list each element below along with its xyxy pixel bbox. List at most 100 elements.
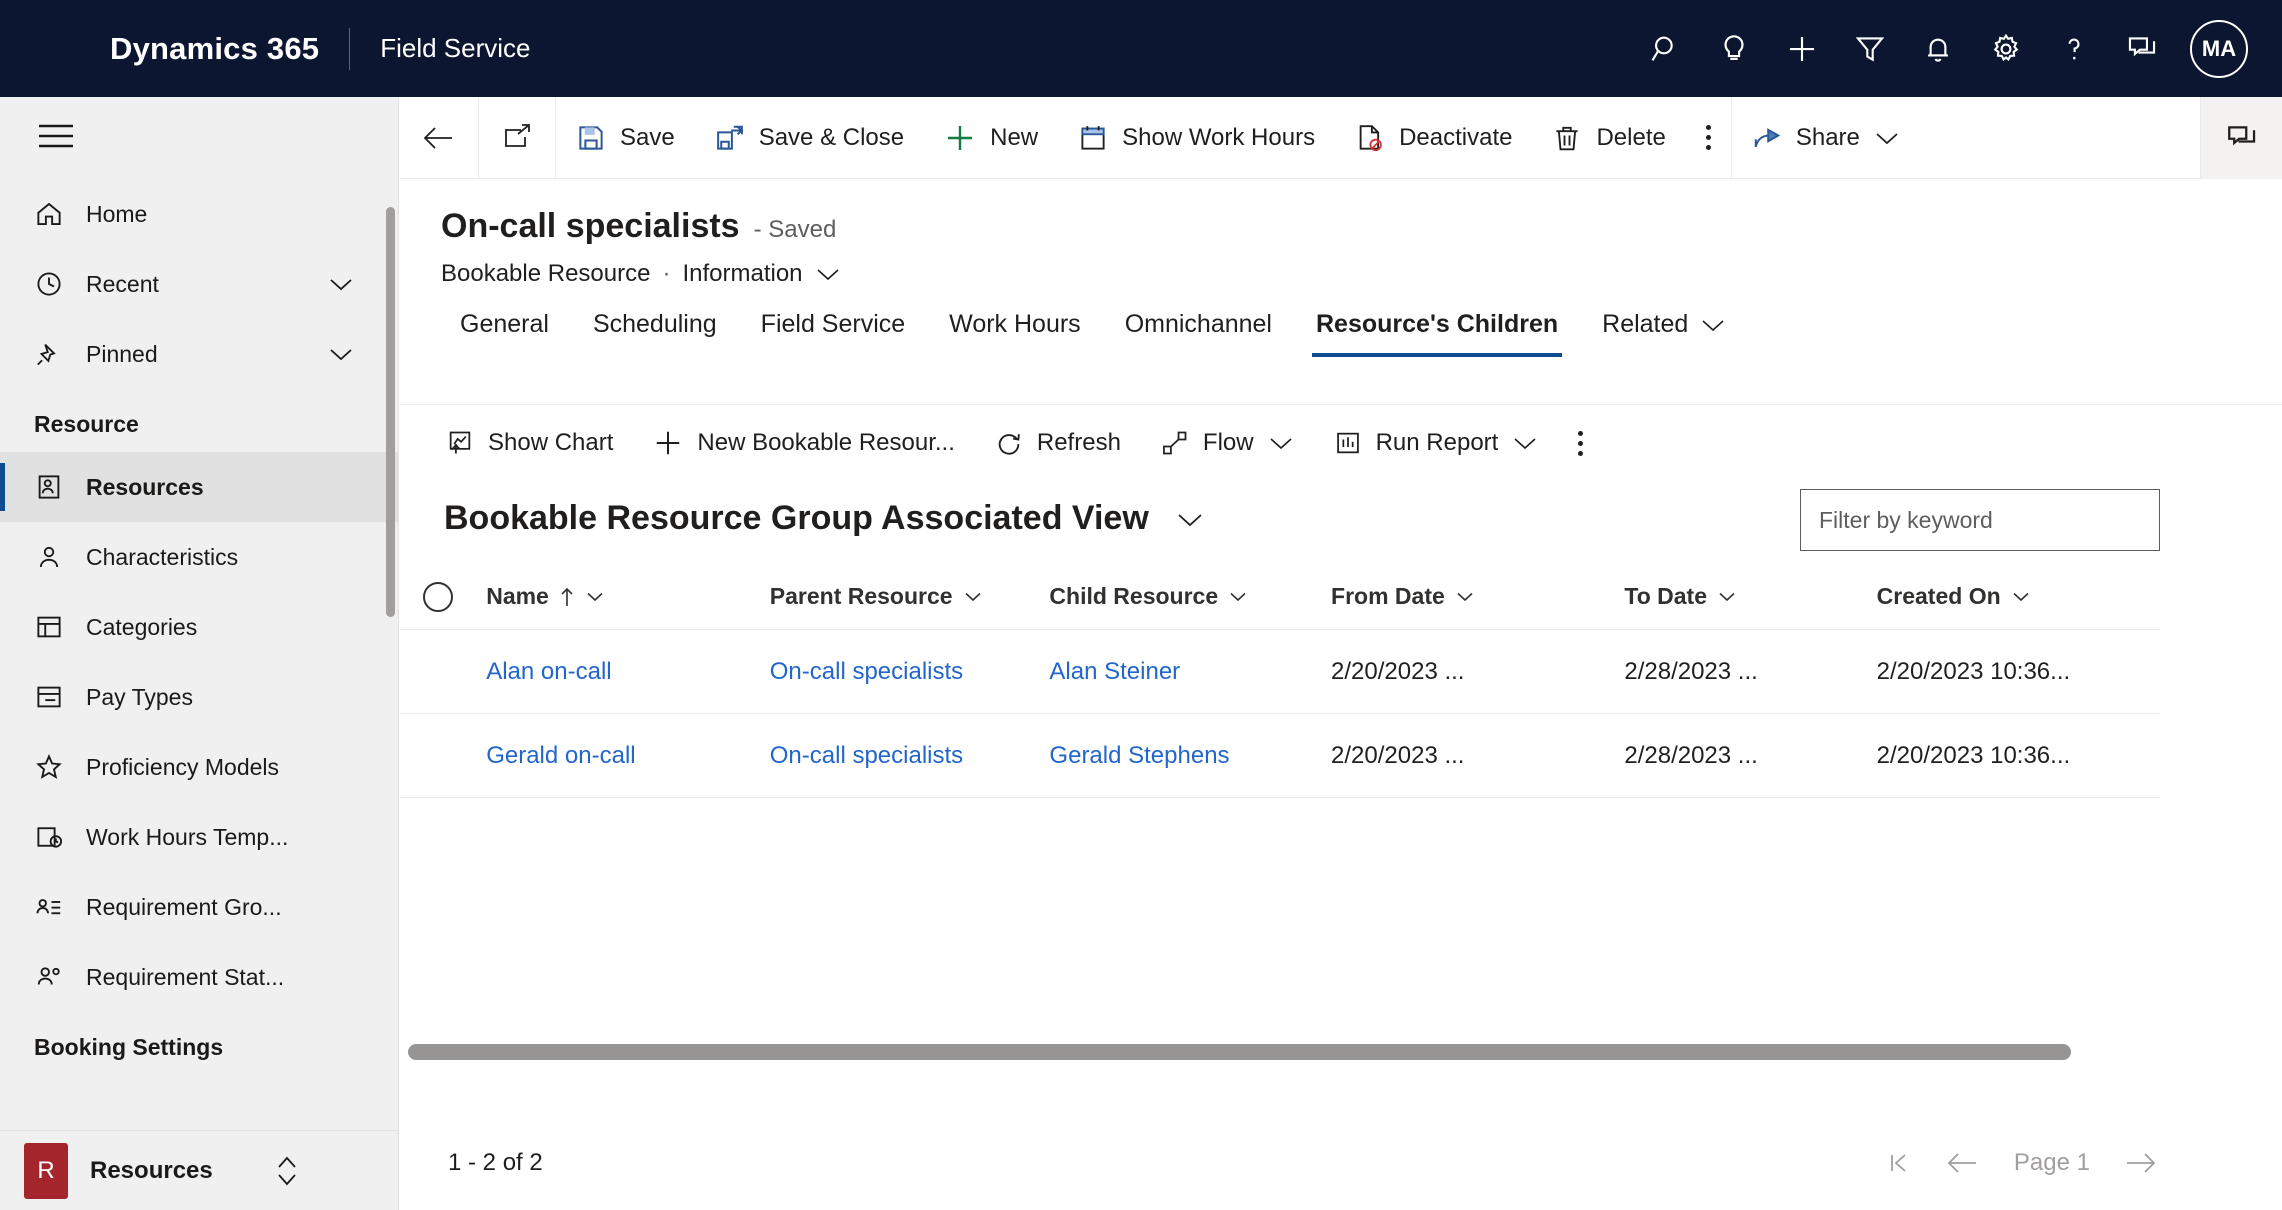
sidebar-item-requirement-groups[interactable]: Requirement Gro...: [0, 872, 398, 942]
area-switcher[interactable]: R Resources: [0, 1130, 398, 1210]
sidebar-item-categories[interactable]: Categories: [0, 592, 398, 662]
search-icon[interactable]: [1632, 15, 1700, 83]
sidebar-item-pay-types[interactable]: Pay Types: [0, 662, 398, 732]
show-work-hours-button[interactable]: Show Work Hours: [1058, 97, 1335, 179]
sidebar-item-label: Pinned: [86, 340, 158, 367]
deactivate-button[interactable]: Deactivate: [1335, 97, 1532, 179]
column-header-created-on[interactable]: Created On: [1867, 583, 2160, 610]
more-icon: [1705, 125, 1711, 150]
sidebar-item-recent[interactable]: Recent: [0, 249, 398, 319]
chevron-down-icon[interactable]: [1717, 590, 1737, 603]
share-button[interactable]: Share: [1732, 97, 1920, 179]
previous-page-icon[interactable]: [1946, 1150, 1980, 1176]
sidebar-item-proficiency-models[interactable]: Proficiency Models: [0, 732, 398, 802]
cell-child-resource[interactable]: Alan Steiner: [1039, 658, 1321, 686]
run-report-button[interactable]: Run Report: [1314, 405, 1559, 481]
column-header-parent-resource[interactable]: Parent Resource: [760, 583, 1040, 610]
chevron-down-icon[interactable]: [1512, 435, 1538, 451]
plus-icon: [653, 428, 683, 458]
plus-icon[interactable]: [1768, 15, 1836, 83]
flow-button[interactable]: Flow: [1141, 405, 1314, 481]
sidebar-scrollbar[interactable]: [386, 207, 395, 617]
chevron-down-icon[interactable]: [328, 346, 354, 362]
chevron-down-icon[interactable]: [963, 590, 983, 603]
sidebar-item-requirement-status[interactable]: Requirement Stat...: [0, 942, 398, 1012]
first-page-icon[interactable]: [1886, 1150, 1912, 1176]
sidebar-item-work-hours-templates[interactable]: Work Hours Temp...: [0, 802, 398, 872]
area-badge: R: [24, 1142, 68, 1199]
popout-button[interactable]: [479, 96, 556, 179]
chevron-down-icon[interactable]: [1874, 130, 1900, 146]
tab-work-hours[interactable]: Work Hours: [927, 310, 1103, 357]
cell-name[interactable]: Gerald on-call: [476, 742, 760, 770]
cell-parent-resource[interactable]: On-call specialists: [760, 658, 1040, 686]
column-header-child-resource[interactable]: Child Resource: [1039, 583, 1321, 610]
form-selector-chevron-down-icon[interactable]: [815, 266, 841, 282]
bell-icon[interactable]: [1904, 15, 1972, 83]
side-panel-button[interactable]: [2200, 96, 2282, 179]
view-selector-chevron-down-icon[interactable]: [1175, 510, 1205, 528]
chevron-down-icon[interactable]: [585, 590, 605, 603]
sidebar-item-pinned[interactable]: Pinned: [0, 319, 398, 389]
chevron-down-icon[interactable]: [1455, 590, 1475, 603]
column-header-name[interactable]: Name: [476, 583, 760, 610]
tab-related[interactable]: Related: [1580, 310, 1748, 357]
sidebar-item-label: Home: [86, 200, 148, 227]
tab-general[interactable]: General: [438, 310, 571, 357]
next-page-icon[interactable]: [2124, 1150, 2158, 1176]
grid-header-row: Name Parent Resource Child Resource From…: [400, 564, 2160, 630]
column-header-to-date[interactable]: To Date: [1614, 583, 1866, 610]
gear-icon[interactable]: [1972, 15, 2040, 83]
hamburger-menu-icon[interactable]: [16, 97, 96, 175]
question-icon[interactable]: [2040, 15, 2108, 83]
filter-keyword-input[interactable]: Filter by keyword: [1800, 489, 2160, 551]
delete-button[interactable]: Delete: [1532, 97, 1685, 179]
sidebar-item-home[interactable]: Home: [0, 179, 398, 249]
cell-name[interactable]: Alan on-call: [476, 658, 760, 686]
cell-to-date: 2/28/2023 ...: [1624, 657, 1758, 685]
grid-horizontal-scrollbar[interactable]: [408, 1044, 2071, 1060]
entity-name-label: Bookable Resource: [441, 260, 651, 287]
brand-title: Dynamics 365: [110, 30, 320, 66]
show-chart-button[interactable]: Show Chart: [426, 405, 633, 481]
page-number-label: Page 1: [2013, 1148, 2090, 1176]
new-bookable-resource-button[interactable]: New Bookable Resour...: [633, 405, 974, 481]
chevron-down-icon[interactable]: [1700, 317, 1726, 333]
cell-created-on: 2/20/2023 10:36...: [1876, 657, 2071, 685]
sidebar-item-resources[interactable]: Resources: [0, 452, 398, 522]
new-button[interactable]: New: [924, 97, 1058, 179]
tab-field-service[interactable]: Field Service: [739, 310, 928, 357]
chevron-down-icon[interactable]: [328, 276, 354, 292]
back-button[interactable]: [400, 96, 479, 179]
cell-parent-resource[interactable]: On-call specialists: [760, 742, 1040, 770]
new-bookable-resource-label: New Bookable Resour...: [697, 429, 955, 456]
chevron-down-icon[interactable]: [1268, 435, 1294, 451]
cell-child-resource[interactable]: Gerald Stephens: [1039, 742, 1321, 770]
requirement-group-icon: [34, 892, 80, 922]
save-and-close-button[interactable]: Save & Close: [695, 97, 924, 179]
chevron-down-icon[interactable]: [1228, 590, 1248, 603]
form-selector-label[interactable]: Information: [682, 260, 802, 288]
save-button[interactable]: Save: [556, 97, 695, 179]
column-header-from-date[interactable]: From Date: [1321, 583, 1614, 610]
view-title[interactable]: Bookable Resource Group Associated View: [444, 499, 1149, 538]
tab-scheduling[interactable]: Scheduling: [571, 310, 739, 357]
tab-resources-children[interactable]: Resource's Children: [1294, 310, 1580, 357]
flow-icon: [1161, 429, 1189, 457]
feedback-icon[interactable]: [2108, 15, 2176, 83]
table-row[interactable]: Gerald on-call On-call specialists Geral…: [400, 714, 2160, 798]
lightbulb-icon[interactable]: [1700, 15, 1768, 83]
select-all-checkbox[interactable]: [400, 581, 476, 612]
refresh-button[interactable]: Refresh: [975, 405, 1141, 481]
command-overflow-button[interactable]: [1686, 97, 1731, 179]
avatar[interactable]: MA: [2190, 19, 2248, 78]
sidebar-item-characteristics[interactable]: Characteristics: [0, 522, 398, 592]
subgrid-overflow-button[interactable]: [1558, 405, 1603, 481]
area-switch-chevron-icon[interactable]: [273, 1149, 301, 1193]
cell-created-on: 2/20/2023 10:36...: [1876, 741, 2071, 769]
tab-omnichannel[interactable]: Omnichannel: [1103, 310, 1294, 357]
filter-icon[interactable]: [1836, 15, 1904, 83]
top-navigation-bar: Dynamics 365 Field Service MA: [0, 0, 2282, 97]
chevron-down-icon[interactable]: [2011, 590, 2031, 603]
table-row[interactable]: Alan on-call On-call specialists Alan St…: [400, 630, 2160, 714]
